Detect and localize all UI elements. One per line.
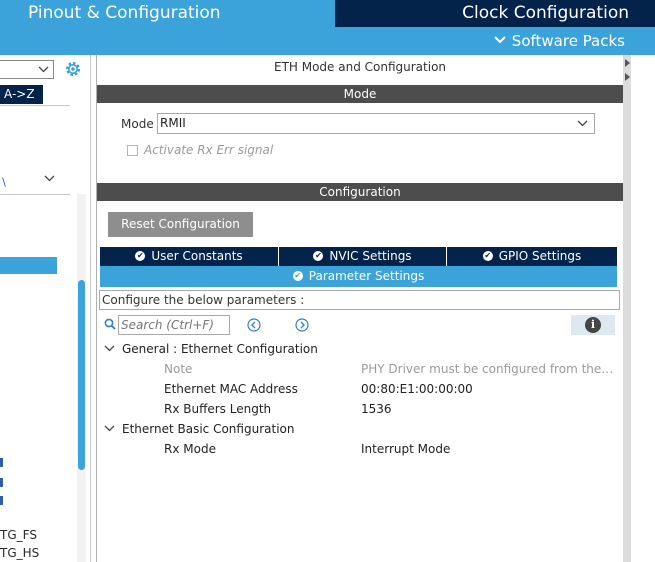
divider (0, 194, 70, 195)
tab-label: User Constants (151, 249, 243, 263)
param-name: Note (164, 362, 193, 376)
gear-icon[interactable] (64, 60, 82, 78)
tab-nvic-settings[interactable]: ✔ NVIC Settings (279, 247, 446, 266)
param-value[interactable]: PHY Driver must be configured from the L… (361, 362, 616, 376)
param-name: Rx Mode (164, 442, 216, 456)
chevron-down-icon[interactable] (104, 345, 115, 352)
selected-peripheral-row[interactable] (0, 257, 57, 274)
info-icon: i (585, 317, 601, 333)
right-margin (631, 55, 655, 562)
tab-parameter-settings[interactable]: ✔ Parameter Settings (100, 266, 617, 287)
param-value[interactable]: 00:80:E1:00:00:00 (361, 382, 473, 396)
left-sidebar: A->Z ∖ TG_FS TG_HS (0, 55, 91, 562)
chevron-down-icon[interactable] (104, 425, 115, 432)
chevron-down-icon (577, 120, 588, 127)
chevron-down-icon (494, 36, 506, 44)
check-circle-icon: ✔ (482, 250, 493, 261)
check-circle-icon: ✔ (313, 250, 324, 261)
tab-label: NVIC Settings (329, 249, 412, 263)
param-value[interactable]: Interrupt Mode (361, 442, 450, 456)
group-ethernet-basic[interactable]: Ethernet Basic Configuration (122, 422, 294, 436)
tab-clock-configuration[interactable]: Clock Configuration (335, 0, 655, 27)
list-item-marker (0, 478, 3, 487)
list-item-marker (0, 458, 3, 467)
check-circle-icon: ✔ (292, 270, 303, 281)
sort-az-button[interactable]: A->Z (0, 85, 43, 104)
param-value[interactable]: 1536 (361, 402, 392, 416)
software-packs-menu[interactable]: Software Packs (494, 27, 625, 55)
mode-select-value: RMII (160, 116, 186, 130)
sidebar-item-otg-hs[interactable]: TG_HS (0, 546, 39, 560)
software-packs-label: Software Packs (511, 32, 625, 50)
tab-user-constants[interactable]: ✔ User Constants (100, 247, 278, 266)
divider (0, 105, 70, 106)
right-collapse-strip[interactable] (623, 55, 631, 562)
check-circle-icon: ✔ (135, 250, 146, 261)
mode-label: Mode (121, 117, 154, 131)
mode-select[interactable]: RMII (157, 113, 595, 134)
chevron-down-icon[interactable] (44, 175, 55, 182)
activate-rx-err-checkbox[interactable] (127, 145, 138, 156)
search-input[interactable] (118, 315, 230, 335)
activate-rx-err-label: Activate Rx Err signal (144, 143, 274, 157)
tab-label: Parameter Settings (308, 269, 425, 283)
sidebar-item-otg-fs[interactable]: TG_FS (0, 528, 37, 542)
tab-label: GPIO Settings (498, 249, 582, 263)
tab-pinout-configuration[interactable]: Pinout & Configuration (0, 0, 333, 27)
chevron-down-icon (38, 66, 49, 73)
mode-section-header: Mode (97, 85, 623, 103)
next-arrow-icon[interactable] (295, 318, 309, 332)
info-button[interactable]: i (571, 315, 615, 335)
reset-configuration-button[interactable]: Reset Configuration (108, 212, 253, 237)
prev-arrow-icon[interactable] (247, 318, 261, 332)
configuration-section-header: Configuration (97, 183, 623, 201)
param-name: Rx Buffers Length (164, 402, 272, 416)
group-general-ethernet[interactable]: General : Ethernet Configuration (122, 342, 318, 356)
list-item-marker (0, 496, 3, 505)
search-icon (104, 318, 116, 330)
panel-title: ETH Mode and Configuration (273, 60, 447, 74)
configure-hint: Configure the below parameters : (99, 290, 620, 310)
sidebar-scrollbar-thumb[interactable] (78, 280, 85, 470)
collapse-arrow-icon[interactable] (624, 58, 631, 84)
filter-combo-arrow[interactable]: ∖ (0, 176, 7, 189)
tab-gpio-settings[interactable]: ✔ GPIO Settings (447, 247, 617, 266)
category-select[interactable] (0, 60, 54, 79)
param-name: Ethernet MAC Address (164, 382, 298, 396)
